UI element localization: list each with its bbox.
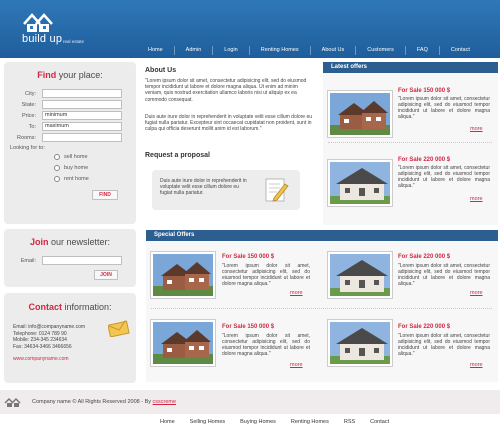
footer-link-rss[interactable]: RSS [344,419,355,425]
nav-renting-homes[interactable]: Renting Homes [248,46,310,55]
footer-nav: Home Selling Homes Buying Homes Renting … [160,419,404,425]
footer-link-home[interactable]: Home [160,419,175,425]
offer-price: For Sale 150 000 $ [222,254,275,260]
join-button[interactable]: JOIN [94,270,118,280]
more-link[interactable]: more [470,126,483,132]
proposal-box[interactable]: Duis aute irure dolor in reprehenderit i… [152,170,300,210]
more-link[interactable]: more [470,196,483,202]
footer-link-selling-homes[interactable]: Selling Homes [190,419,225,425]
offer-description: "Lorem ipsum dolor sit amet, consectetur… [398,165,490,189]
radio-icon[interactable] [54,164,60,171]
rooms-label: Rooms: [17,134,36,141]
nav-home[interactable]: Home [140,46,174,55]
offer-price: For Sale 220 000 $ [398,324,451,330]
offer-description: "Lorem ipsum dolor sit amet, consectetur… [398,96,490,120]
find-button[interactable]: FIND [92,190,118,200]
footer-author-link[interactable]: csscreme [153,399,177,405]
proposal-text: Duis aute irure dolor in reprehenderit i… [160,178,247,197]
rooms-input[interactable] [42,133,122,142]
offer-description: "Lorem ipsum dolor sit amet, consectetur… [398,333,490,357]
nav-faq[interactable]: FAQ [404,46,439,55]
divider [328,142,492,143]
house-photo[interactable] [328,91,392,137]
house-photo[interactable] [328,160,392,206]
email-input[interactable] [42,256,122,265]
offer-price: For Sale 150 000 $ [398,88,451,94]
divider [151,308,492,309]
find-panel: Find your place: City: State: Price: mini… [4,62,136,224]
footer-link-buying-homes[interactable]: Buying Homes [240,419,276,425]
price-label: Price: [21,112,36,119]
about-title: About Us [145,67,177,74]
radio-icon[interactable] [54,153,60,160]
footer-copyright: Company name © All Rights Reserved 2008 … [32,399,177,405]
more-link[interactable]: more [470,290,483,296]
offer-price: For Sale 220 000 $ [398,254,451,260]
special-offers-bar: Special Offers [146,230,498,241]
radio-icon[interactable] [54,175,60,182]
more-link[interactable]: more [470,362,483,368]
document-pencil-icon [265,178,289,202]
envelope-icon [108,320,130,337]
offer-description: "Lorem ipsum dolor sit amet, consectetur… [222,263,310,287]
option-buy-home[interactable]: buy home [4,162,136,173]
find-title: Find your place: [37,70,103,80]
to-label: To: [28,123,36,130]
house-photo[interactable] [328,252,392,298]
contact-fax: Fax: 34634-3466 3466656 [13,343,72,350]
offer-price: For Sale 220 000 $ [398,157,451,163]
house-photo[interactable] [328,320,392,366]
contact-panel: Contact information: Email: info@company… [4,293,136,383]
more-link[interactable]: more [290,290,303,296]
footer-link-contact[interactable]: Contact [370,419,389,425]
city-input[interactable] [42,89,122,98]
city-label: City: [25,90,36,97]
brand-name[interactable]: build up [22,33,62,45]
proposal-title: Request a proposal [145,152,210,159]
contact-website[interactable]: www.companyname.com [13,356,136,363]
offer-description: "Lorem ipsum dolor sit amet, consectetur… [222,333,310,357]
latest-offers-bar: Latest offers [323,62,498,73]
option-rent-home[interactable]: rent home [4,173,136,184]
contact-title: Contact information: [28,302,112,312]
about-paragraph-2: Duis aute irure dolor in reprehenderit i… [145,114,313,133]
price-min-input[interactable]: minimum [42,111,122,120]
nav-admin[interactable]: Admin [173,46,213,55]
email-label: Email: [20,257,36,264]
nav-about-us[interactable]: About Us [309,46,356,55]
state-label: State: [21,101,36,108]
offer-description: "Lorem ipsum dolor sit amet, consectetur… [398,263,490,287]
nav-contact[interactable]: Contact [438,46,481,55]
option-sell-home[interactable]: sell home [4,151,136,162]
brand-tagline: real estate [63,39,85,44]
nav-login[interactable]: Login [212,46,248,55]
newsletter-panel: Join our newsletter: Email: JOIN [4,229,136,287]
offer-price: For Sale 150 000 $ [222,324,275,330]
more-link[interactable]: more [290,362,303,368]
house-logo-icon [4,397,21,407]
house-photo[interactable] [151,320,215,366]
footer-link-renting-homes[interactable]: Renting Homes [291,419,329,425]
about-paragraph-1: "Lorem ipsum dolor sit amet, consectetur… [145,78,307,103]
main-nav: Home Admin Login Renting Homes About Us … [140,44,500,57]
newsletter-title: Join our newsletter: [29,237,111,247]
house-logo-icon[interactable] [22,10,58,34]
state-input[interactable] [42,100,122,109]
nav-customers[interactable]: Customers [355,46,405,55]
price-max-input[interactable]: maximum [42,122,122,131]
house-photo[interactable] [151,252,215,298]
